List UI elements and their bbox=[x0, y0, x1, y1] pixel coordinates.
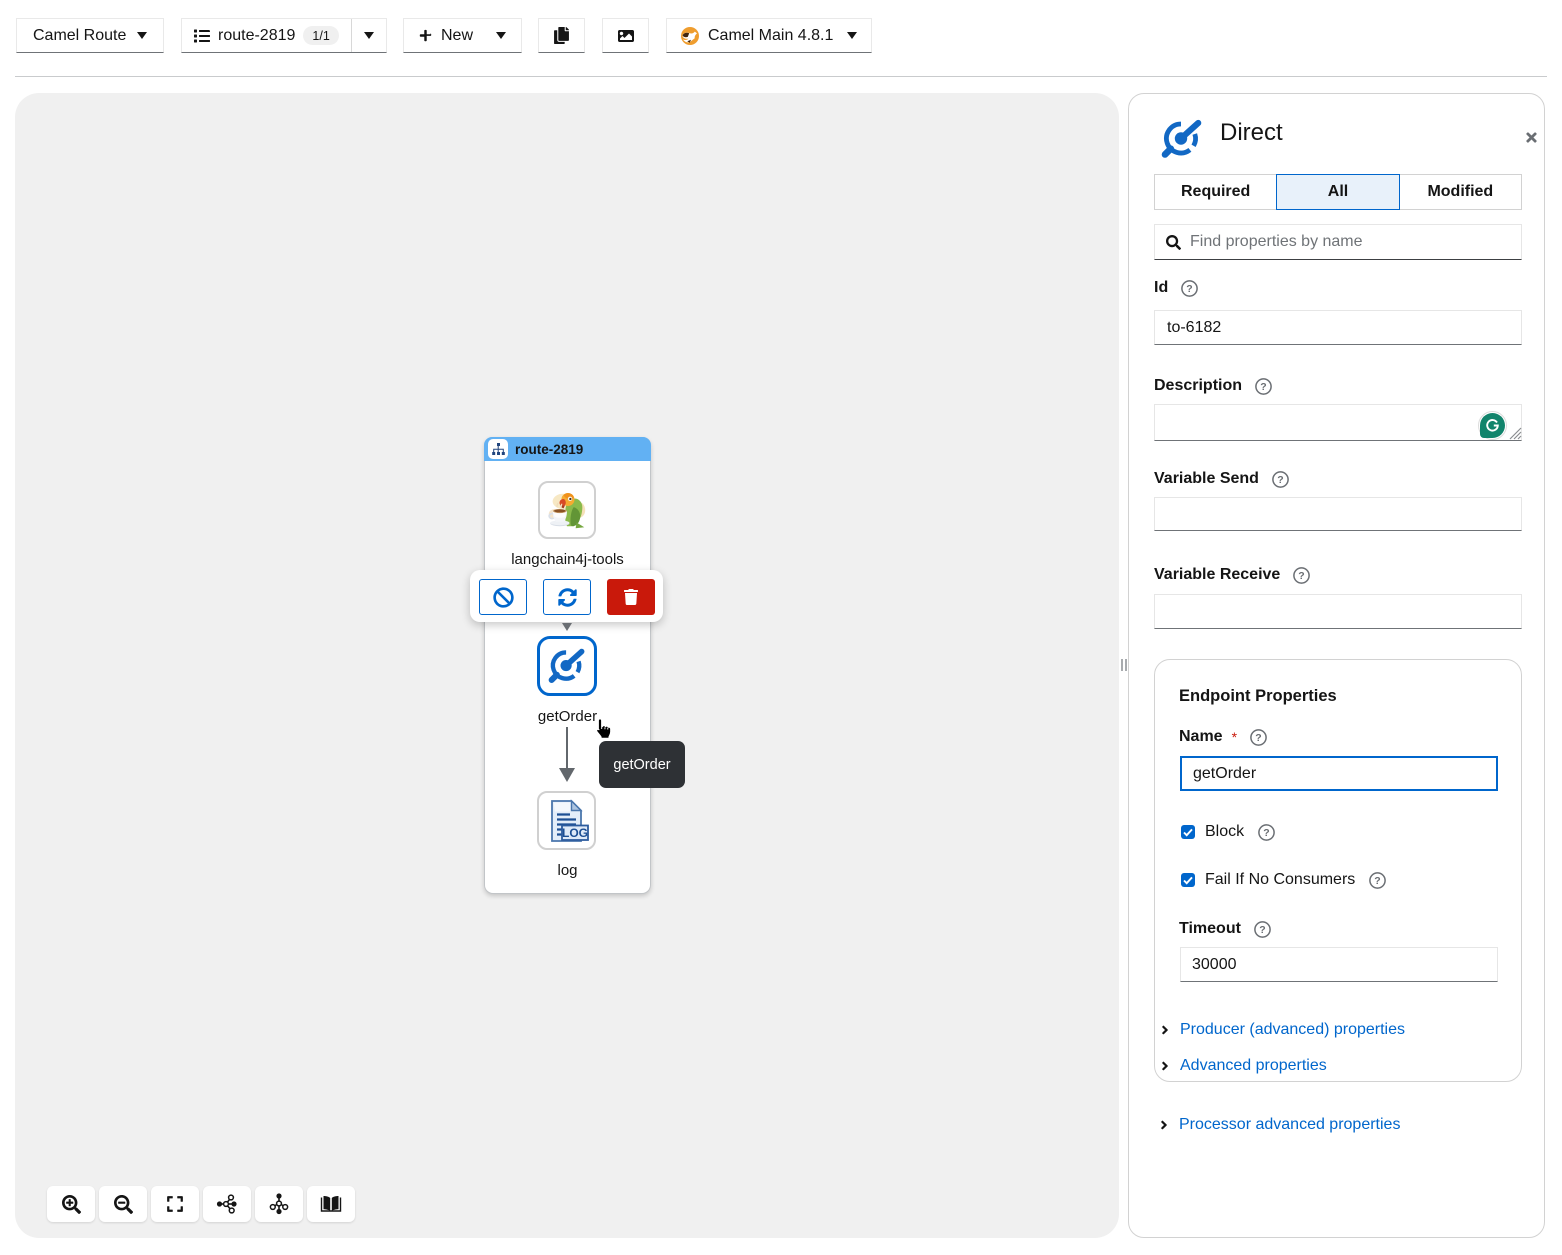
svg-text:?: ? bbox=[1255, 732, 1261, 744]
svg-text:LOG: LOG bbox=[562, 826, 588, 840]
svg-text:?: ? bbox=[1187, 283, 1193, 295]
svg-text:?: ? bbox=[1277, 474, 1283, 486]
svg-text:?: ? bbox=[1299, 570, 1305, 582]
svg-text:?: ? bbox=[1259, 924, 1265, 936]
svg-text:?: ? bbox=[1375, 875, 1381, 887]
svg-text:?: ? bbox=[1263, 827, 1269, 839]
svg-text:?: ? bbox=[1260, 381, 1266, 393]
